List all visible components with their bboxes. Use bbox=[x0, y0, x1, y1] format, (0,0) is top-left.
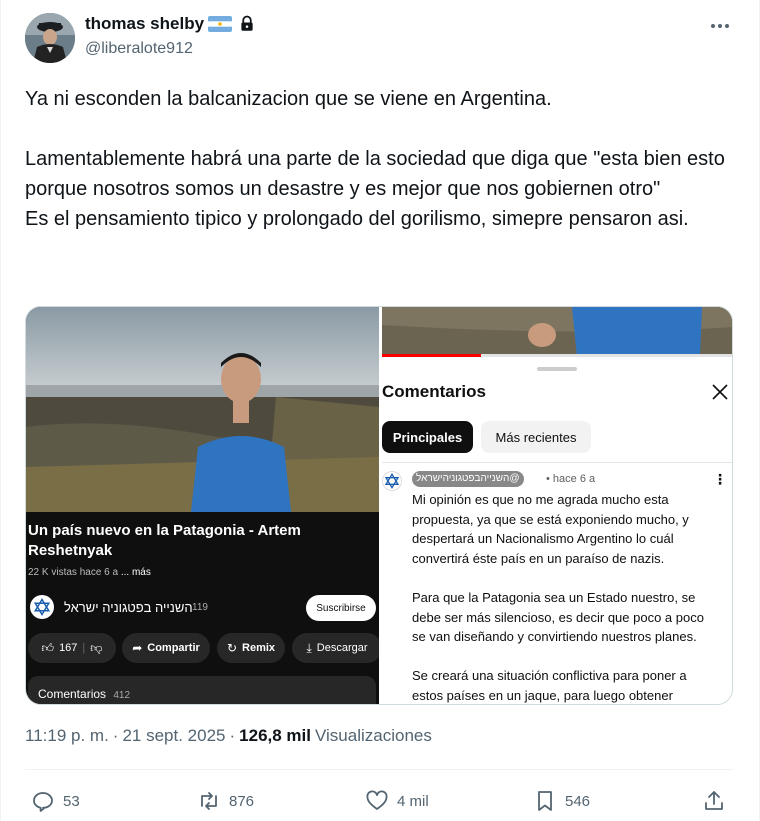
download-button[interactable]: ⤓ Descargar bbox=[292, 633, 379, 663]
comments-count: 412 bbox=[113, 690, 131, 701]
video-age: hace 6 a bbox=[79, 567, 119, 578]
meta-separator: · bbox=[229, 726, 236, 745]
video-thumbnail bbox=[26, 307, 379, 512]
reply-icon bbox=[33, 792, 53, 812]
more-options-button[interactable] bbox=[704, 12, 736, 40]
share-button[interactable]: ➦ Compartir bbox=[122, 633, 210, 663]
video-meta: 22 K vistas hace 6 a ... más bbox=[28, 567, 151, 578]
media-image-youtube-comments[interactable]: Comentarios Principales Más recientes @ה… bbox=[382, 307, 732, 704]
like-button[interactable]: 4 mil bbox=[365, 786, 429, 816]
heart-icon bbox=[366, 790, 388, 810]
repost-icon bbox=[201, 792, 217, 810]
tweet-meta: 11:19 p. m. · 21 sept. 2025 · 126,8 mil … bbox=[25, 726, 432, 746]
subscribe-button[interactable]: Suscribirse bbox=[306, 595, 376, 621]
thumbs-down-icon: 👎︎ bbox=[90, 640, 103, 655]
commenter-handle[interactable]: @השנייהבפטגוניהישראל bbox=[412, 471, 524, 487]
bookmark-icon bbox=[538, 791, 552, 811]
like-count: 4 mil bbox=[397, 792, 429, 810]
video-actions-row: 👍︎ 167 | 👎︎ ➦ Compartir ↻ Remix ⤓ Descar… bbox=[26, 633, 379, 663]
comments-title: Comentarios bbox=[382, 382, 486, 401]
channel-row: השנייה בפטגוניה ישראל 119 Suscribirse bbox=[26, 593, 379, 623]
commenter-avatar-star-of-david-icon[interactable] bbox=[382, 471, 402, 491]
comments-preview-bar[interactable]: Comentarios 412 bbox=[28, 676, 376, 704]
close-icon[interactable] bbox=[709, 381, 731, 403]
more-horizontal-icon bbox=[711, 24, 729, 28]
video-title[interactable]: Un país nuevo en la Patagonia - Artem Re… bbox=[28, 521, 368, 561]
tweet-card: thomas shelby @liberalote912 Ya ni escon bbox=[0, 0, 760, 821]
video-more-link[interactable]: ... más bbox=[121, 567, 151, 578]
media-image-youtube-video[interactable]: Un país nuevo en la Patagonia - Artem Re… bbox=[26, 307, 379, 704]
channel-subscribers: 119 bbox=[192, 602, 208, 613]
comment-time: • hace 6 a bbox=[546, 473, 596, 485]
author-display-name[interactable]: thomas shelby bbox=[85, 14, 204, 34]
views-label: Visualizaciones bbox=[315, 726, 432, 745]
video-progress-fill bbox=[382, 354, 481, 357]
repost-button[interactable]: 876 bbox=[197, 786, 254, 816]
tweet-text: Ya ni esconden la balcanizacion que se v… bbox=[25, 88, 725, 230]
tweet-time[interactable]: 11:19 p. m. bbox=[25, 726, 109, 746]
lock-icon bbox=[238, 15, 256, 33]
share-tweet-button[interactable] bbox=[702, 786, 726, 816]
divider bbox=[382, 462, 732, 463]
chip-principales[interactable]: Principales bbox=[382, 421, 473, 453]
tweet-date[interactable]: 21 sept. 2025 bbox=[122, 726, 225, 746]
share-arrow-icon: ➦ bbox=[132, 641, 143, 655]
comments-label: Comentarios bbox=[38, 687, 107, 701]
comment-text: Mi opinión es que no me agrada mucho est… bbox=[412, 492, 704, 703]
author-handle[interactable]: @liberalote912 bbox=[85, 40, 193, 58]
video-views: 22 K vistas bbox=[28, 567, 77, 578]
like-dislike-button[interactable]: 👍︎ 167 | 👎︎ bbox=[28, 633, 116, 663]
video-thumbnail-strip bbox=[382, 307, 732, 357]
reply-count: 53 bbox=[63, 792, 80, 810]
avatar[interactable] bbox=[25, 13, 75, 63]
share-upload-icon bbox=[705, 791, 723, 810]
video-likes: 167 bbox=[59, 642, 78, 654]
remix-button[interactable]: ↻ Remix bbox=[217, 633, 285, 663]
views-count: 126,8 mil bbox=[239, 726, 311, 745]
divider bbox=[25, 769, 733, 770]
comment-more-vertical-icon[interactable]: ⋮ bbox=[712, 471, 728, 489]
bookmark-button[interactable]: 546 bbox=[533, 786, 590, 816]
repost-count: 876 bbox=[229, 792, 255, 810]
meta-separator: · bbox=[112, 726, 119, 745]
argentina-flag-icon bbox=[208, 16, 233, 32]
download-icon: ⤓ bbox=[306, 640, 312, 655]
channel-name[interactable]: השנייה בפטגוניה ישראל bbox=[64, 600, 193, 615]
chip-mas-recientes[interactable]: Más recientes bbox=[481, 421, 591, 453]
media-container[interactable]: Un país nuevo en la Patagonia - Artem Re… bbox=[25, 306, 733, 705]
author-name-row: thomas shelby bbox=[85, 14, 256, 34]
remix-icon: ↻ bbox=[226, 641, 238, 655]
drag-handle[interactable] bbox=[537, 367, 577, 371]
channel-avatar-star-of-david-icon[interactable] bbox=[30, 595, 54, 619]
reply-button[interactable]: 53 bbox=[31, 786, 80, 816]
thumbs-up-icon: 👍︎ bbox=[41, 640, 55, 655]
bookmark-count: 546 bbox=[565, 792, 591, 810]
